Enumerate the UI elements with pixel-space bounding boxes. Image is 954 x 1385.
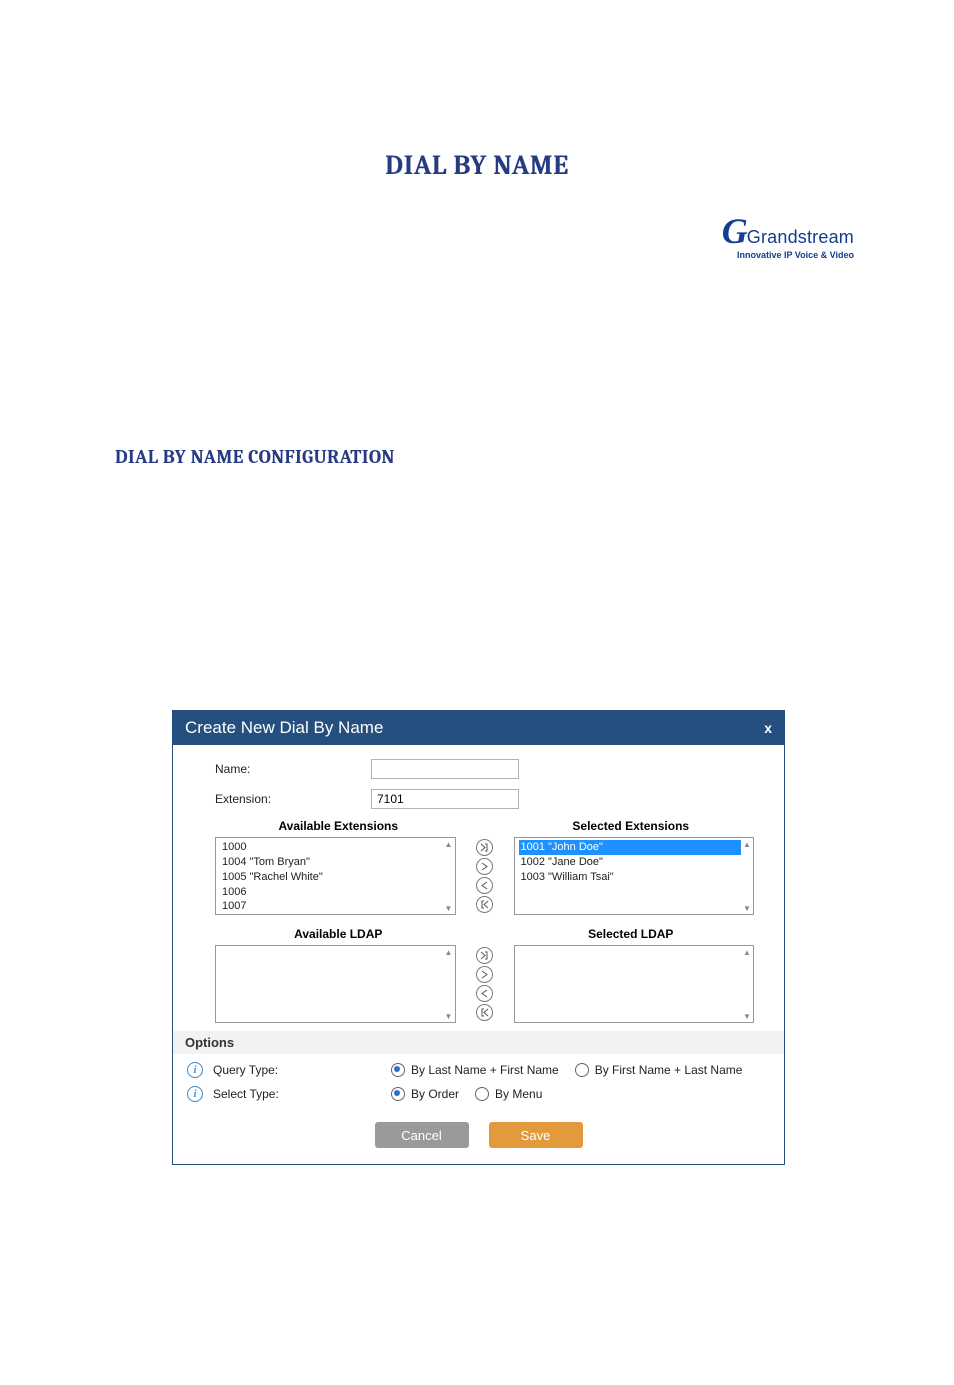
query-type-row: i Query Type: By Last Name + First NameB… [187,1062,754,1078]
move-right-button[interactable] [476,858,493,875]
create-dial-by-name-dialog: Create New Dial By Name x Name: Extensio… [172,710,785,1165]
scroll-down-icon[interactable]: ▼ [741,902,753,914]
list-item[interactable]: 1004 "Tom Bryan" [220,855,443,870]
scroll-up-icon[interactable]: ▲ [443,946,455,958]
selected-ldap-wrap: ▲ ▼ [514,945,755,1023]
extension-label: Extension: [215,792,371,806]
scroll-down-icon[interactable]: ▼ [443,1010,455,1022]
list-item[interactable]: 1006 [220,885,443,900]
dialog-header: Create New Dial By Name x [173,711,784,745]
move-left-button[interactable] [476,985,493,1002]
dialog-footer: Cancel Save [173,1112,784,1164]
name-row: Name: [215,759,754,779]
extensions-dual-list: 10001004 "Tom Bryan"1005 "Rachel White"1… [215,837,754,915]
available-ldap-wrap: ▲ ▼ [215,945,456,1023]
move-left-button[interactable] [476,877,493,894]
dialog-title: Create New Dial By Name [185,718,383,738]
brand-name: Grandstream [747,227,854,247]
list-item[interactable]: 1007 [220,899,443,914]
save-button[interactable]: Save [489,1122,583,1148]
select-type-label: Select Type: [213,1087,383,1101]
move-right-button[interactable] [476,966,493,983]
available-extensions-heading: Available Extensions [215,819,462,833]
scroll-up-icon[interactable]: ▲ [741,946,753,958]
selected-extensions-heading: Selected Extensions [508,819,755,833]
brand-logo-mark: G [722,211,747,251]
list-item[interactable]: 1002 "Jane Doe" [519,855,742,870]
scroll-up-icon[interactable]: ▲ [741,838,753,850]
info-icon[interactable]: i [187,1062,203,1078]
selected-ldap-heading: Selected LDAP [508,927,755,941]
query-type-group: By Last Name + First Name By First Name +… [391,1063,752,1077]
page-title: DIAL BY NAME [0,150,954,181]
extension-input[interactable] [371,789,519,809]
name-input[interactable] [371,759,519,779]
radio-button[interactable] [391,1087,405,1101]
scroll-down-icon[interactable]: ▼ [741,1010,753,1022]
radio-label: By Last Name + First Name [411,1063,559,1077]
radio-label: By Order [411,1087,459,1101]
ldap-headings: Available LDAP Selected LDAP [215,927,754,941]
list-item[interactable]: 1005 "Rachel White" [220,870,443,885]
brand-logo: GGrandstream Innovative IP Voice & Video [722,210,854,260]
list-item[interactable]: 1000 [220,840,443,855]
selected-ldap-listbox[interactable] [514,945,755,1023]
select-type-group: By Order By Menu [391,1087,552,1101]
extensions-transfer-buttons [456,839,514,913]
selected-extensions-wrap: 1001 "John Doe"1002 "Jane Doe"1003 "Will… [514,837,755,915]
available-extensions-wrap: 10001004 "Tom Bryan"1005 "Rachel White"1… [215,837,456,915]
move-all-left-button[interactable] [476,1004,493,1021]
radio-button[interactable] [475,1087,489,1101]
brand-tagline: Innovative IP Voice & Video [722,250,854,260]
scroll-down-icon[interactable]: ▼ [443,902,455,914]
scroll-up-icon[interactable]: ▲ [443,838,455,850]
close-icon[interactable]: x [764,720,772,736]
name-label: Name: [215,762,371,776]
selected-extensions-listbox[interactable]: 1001 "John Doe"1002 "Jane Doe"1003 "Will… [514,837,755,915]
move-all-left-button[interactable] [476,896,493,913]
query-type-label: Query Type: [213,1063,383,1077]
ldap-dual-list: ▲ ▼ ▲ ▼ [215,945,754,1023]
list-item[interactable]: 1001 "John Doe" [519,840,742,855]
list-item[interactable]: 1003 "William Tsai" [519,870,742,885]
cancel-button[interactable]: Cancel [375,1122,469,1148]
extensions-headings: Available Extensions Selected Extensions [215,819,754,833]
move-all-right-button[interactable] [476,947,493,964]
available-ldap-listbox[interactable] [215,945,456,1023]
available-extensions-listbox[interactable]: 10001004 "Tom Bryan"1005 "Rachel White"1… [215,837,456,915]
info-icon[interactable]: i [187,1086,203,1102]
radio-label: By Menu [495,1087,542,1101]
ldap-transfer-buttons [456,947,514,1021]
dialog-body: Name: Extension: Available Extensions Se… [173,745,784,1112]
section-heading: DIAL BY NAME CONFIGURATION [115,446,954,468]
available-ldap-heading: Available LDAP [215,927,462,941]
options-heading: Options [173,1031,784,1054]
select-type-row: i Select Type: By Order By Menu [187,1086,754,1102]
radio-button[interactable] [391,1063,405,1077]
move-all-right-button[interactable] [476,839,493,856]
radio-button[interactable] [575,1063,589,1077]
radio-label: By First Name + Last Name [595,1063,743,1077]
extension-row: Extension: [215,789,754,809]
